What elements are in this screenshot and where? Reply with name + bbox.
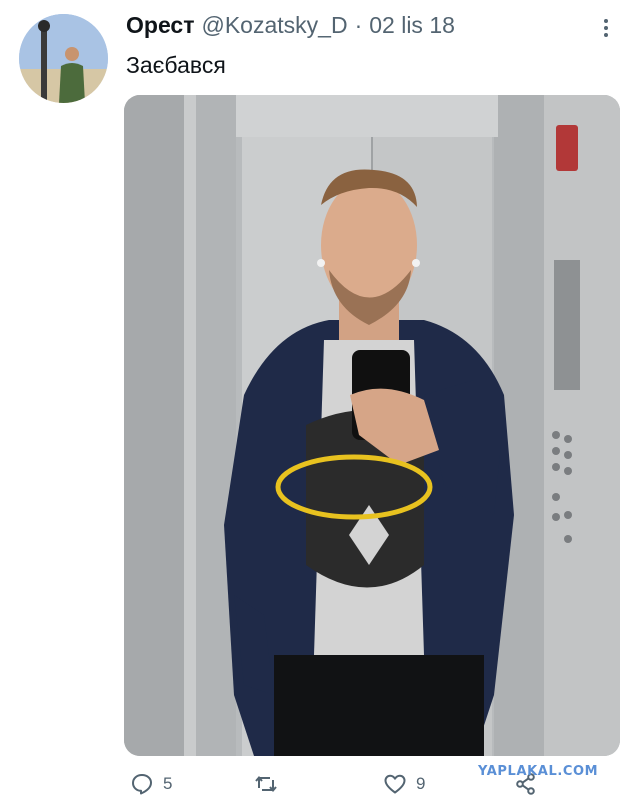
retweet-icon	[255, 775, 277, 793]
like-count: 9	[416, 774, 426, 793]
elevator-selfie-image	[124, 95, 620, 756]
watermark: YAPLAKAL.COM	[478, 764, 599, 779]
tweet-photo[interactable]	[124, 95, 620, 756]
header-separator: ·	[354, 12, 363, 38]
tweet-header: Орест @Kozatsky_D · 02 lis 18	[126, 12, 455, 44]
reply-button[interactable]: 5	[130, 770, 172, 798]
avatar-image	[19, 14, 108, 103]
author-handle[interactable]: @Kozatsky_D	[201, 12, 347, 39]
avatar[interactable]	[19, 14, 108, 103]
like-button[interactable]: 9	[383, 770, 425, 798]
reply-icon	[132, 774, 152, 795]
reply-count: 5	[163, 774, 173, 793]
heart-icon	[384, 774, 406, 794]
retweet-button[interactable]	[254, 770, 278, 798]
more-vertical-icon[interactable]	[600, 16, 612, 40]
author-name[interactable]: Орест	[126, 12, 194, 39]
tweet-date[interactable]: 02 lis 18	[369, 12, 455, 39]
tweet-text: Заєбався	[126, 52, 226, 78]
